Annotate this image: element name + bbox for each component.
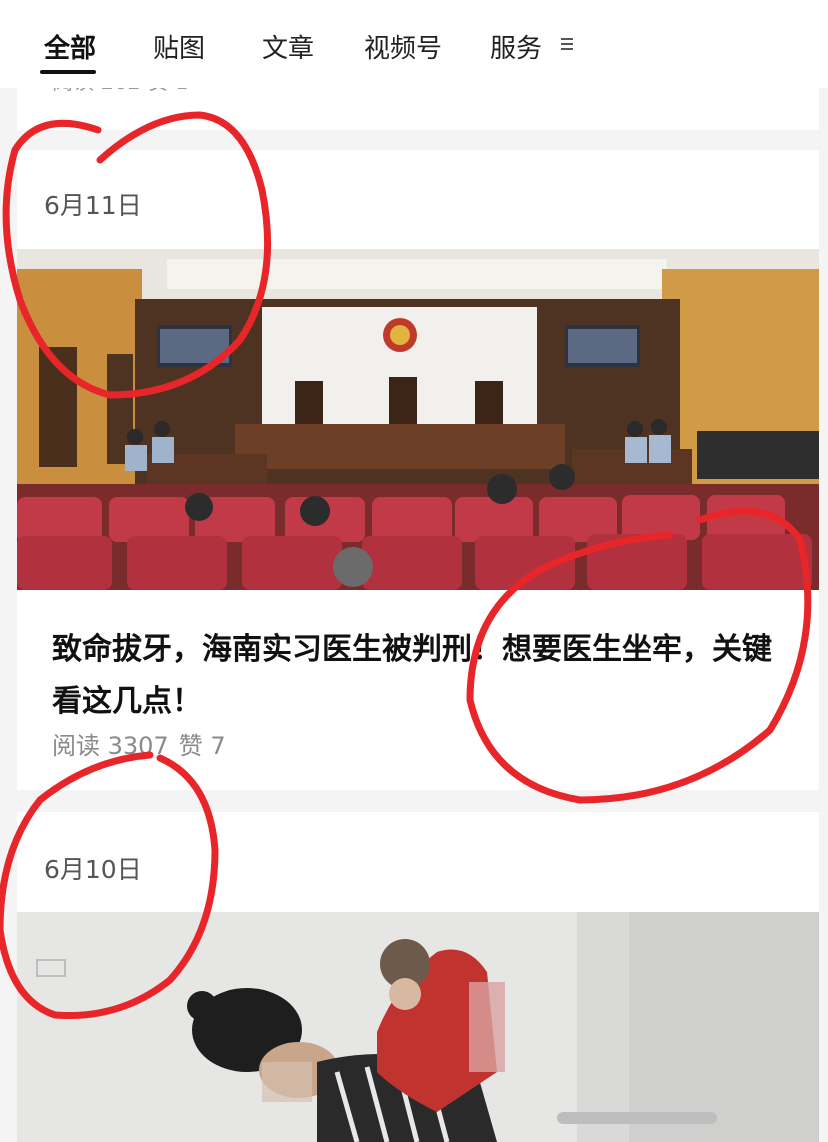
- active-tab-indicator: [40, 70, 96, 74]
- like-count: 赞 7: [178, 732, 226, 760]
- menu-icon[interactable]: [561, 38, 573, 50]
- tab-channels[interactable]: 视频号: [364, 28, 442, 65]
- read-count: 阅读 3307: [52, 732, 169, 760]
- post-date: 6月11日: [44, 191, 142, 220]
- post-date: 6月10日: [44, 855, 142, 884]
- tab-images[interactable]: 贴图: [153, 28, 205, 65]
- tab-articles[interactable]: 文章: [262, 28, 314, 65]
- tab-all[interactable]: 全部: [44, 28, 96, 65]
- courtroom-photo[interactable]: [17, 249, 819, 590]
- patient-carried-photo[interactable]: [17, 912, 819, 1142]
- tab-bar: 全部 贴图 文章 视频号 服务: [0, 0, 828, 88]
- tab-services[interactable]: 服务: [490, 28, 542, 65]
- post-stats: 阅读 3307 赞 7: [52, 726, 236, 761]
- post-title[interactable]: 致命拔牙，海南实习医生被判刑！想要医生坐牢，关键看这几点！: [52, 624, 792, 728]
